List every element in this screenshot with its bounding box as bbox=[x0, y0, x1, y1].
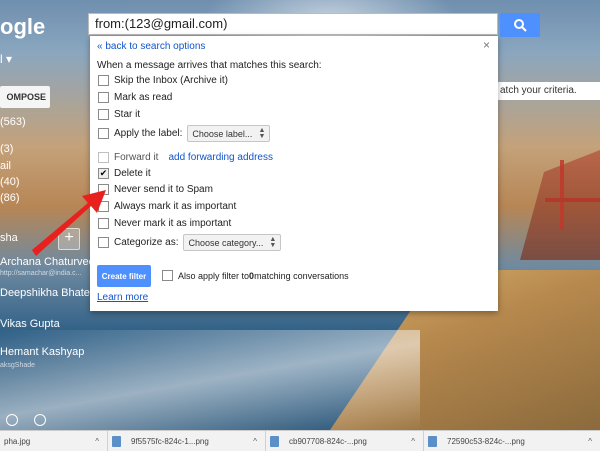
compose-button[interactable]: OMPOSE bbox=[0, 86, 50, 108]
option-mark-as-read[interactable]: Mark as read bbox=[98, 92, 172, 103]
sidebar-count-inbox[interactable]: (563) bbox=[0, 116, 26, 128]
checkbox[interactable] bbox=[162, 270, 173, 281]
create-filter-button[interactable]: Create filter bbox=[97, 265, 151, 287]
choose-label-select[interactable]: Choose label... ▲ ▼ bbox=[187, 125, 271, 142]
checkbox[interactable] bbox=[98, 75, 109, 86]
also-apply-suffix: matching conversations bbox=[254, 270, 349, 281]
account-dropdown[interactable]: l ▾ bbox=[0, 52, 12, 66]
filter-intro-text: When a message arrives that matches this… bbox=[97, 60, 322, 71]
hangouts-footer bbox=[6, 414, 46, 426]
chevron-up-icon[interactable]: ^ bbox=[95, 437, 99, 446]
download-item[interactable]: cb907708-824c-...png ^ bbox=[266, 431, 424, 451]
option-star-it[interactable]: Star it bbox=[98, 109, 140, 120]
option-label: Skip the Inbox (Archive it) bbox=[114, 75, 228, 86]
also-apply-option[interactable]: Also apply filter to 0 matching conversa… bbox=[162, 270, 349, 281]
search-input[interactable]: from:(123@gmail.com) bbox=[88, 13, 498, 35]
chevron-up-icon[interactable]: ^ bbox=[411, 437, 415, 446]
background-surf bbox=[0, 330, 420, 430]
sidebar-count-4[interactable]: (86) bbox=[0, 192, 20, 204]
option-label: Apply the label: bbox=[114, 128, 183, 139]
download-filename: 72590c53-824c-...png bbox=[447, 436, 525, 446]
chevron-up-icon[interactable]: ^ bbox=[588, 437, 592, 446]
contact-name[interactable]: Deepshikha Bhatele bbox=[0, 287, 98, 299]
sidebar-count-2[interactable]: (3) bbox=[0, 143, 13, 155]
select-arrows-icon: ▲ ▼ bbox=[269, 235, 277, 249]
option-label: Mark as read bbox=[114, 92, 173, 103]
search-button[interactable] bbox=[500, 13, 540, 37]
downloads-bar: pha.jpg ^ 9f5575fc-824c-1...png ^ cb9077… bbox=[0, 430, 600, 451]
back-to-search-options-link[interactable]: « back to search options bbox=[97, 41, 205, 52]
option-forward-it[interactable]: Forward it add forwarding address bbox=[98, 152, 273, 163]
sidebar-count-3[interactable]: (40) bbox=[0, 176, 20, 188]
background-bridge bbox=[560, 160, 600, 230]
contact-status: aksgShade bbox=[0, 362, 36, 369]
option-label: Star it bbox=[114, 109, 141, 120]
download-item[interactable]: pha.jpg ^ bbox=[0, 431, 108, 451]
google-logo[interactable]: ogle bbox=[0, 14, 45, 40]
sidebar-item-mail[interactable]: ail bbox=[0, 160, 11, 172]
download-item[interactable]: 9f5575fc-824c-1...png ^ bbox=[108, 431, 266, 451]
checkbox[interactable] bbox=[98, 128, 109, 139]
contact-name[interactable]: Vikas Gupta bbox=[0, 318, 60, 330]
file-icon bbox=[270, 435, 279, 447]
contact-name[interactable]: Hemant Kashyap bbox=[0, 346, 84, 358]
select-arrows-icon: ▲ ▼ bbox=[258, 126, 266, 140]
option-skip-inbox[interactable]: Skip the Inbox (Archive it) bbox=[98, 75, 228, 86]
select-value: Choose label... bbox=[192, 128, 253, 139]
contact-status: http://samachar@india.c... bbox=[0, 270, 82, 277]
choose-category-select[interactable]: Choose category... ▲ ▼ bbox=[183, 234, 282, 251]
chevron-up-icon[interactable]: ^ bbox=[253, 437, 257, 446]
red-annotation-arrow-icon bbox=[32, 190, 106, 256]
also-apply-label: Also apply filter to bbox=[178, 270, 250, 281]
filter-info-banner: atch your criteria. bbox=[496, 82, 600, 100]
option-apply-label[interactable]: Apply the label: Choose label... ▲ ▼ bbox=[98, 125, 271, 142]
add-forwarding-address-link[interactable]: add forwarding address bbox=[168, 152, 273, 163]
select-value: Choose category... bbox=[188, 237, 264, 248]
checkbox[interactable] bbox=[98, 109, 109, 120]
download-filename: pha.jpg bbox=[4, 436, 31, 446]
hangouts-user[interactable]: sha bbox=[0, 232, 18, 244]
chat-bubble-icon[interactable] bbox=[34, 414, 46, 426]
download-filename: cb907708-824c-...png bbox=[289, 436, 367, 446]
option-label: Forward it bbox=[114, 152, 159, 163]
create-filter-panel: « back to search options × When a messag… bbox=[90, 36, 498, 311]
checkbox[interactable] bbox=[98, 152, 109, 163]
close-icon[interactable]: × bbox=[483, 38, 490, 52]
file-icon bbox=[428, 435, 437, 447]
search-icon bbox=[514, 19, 527, 32]
download-filename: 9f5575fc-824c-1...png bbox=[131, 436, 209, 446]
person-icon[interactable] bbox=[6, 414, 18, 426]
download-item[interactable]: 72590c53-824c-...png ^ bbox=[424, 431, 600, 451]
background-bridge-deck bbox=[545, 198, 600, 202]
learn-more-link[interactable]: Learn more bbox=[97, 292, 148, 303]
file-icon bbox=[112, 435, 121, 447]
checkbox[interactable] bbox=[98, 92, 109, 103]
